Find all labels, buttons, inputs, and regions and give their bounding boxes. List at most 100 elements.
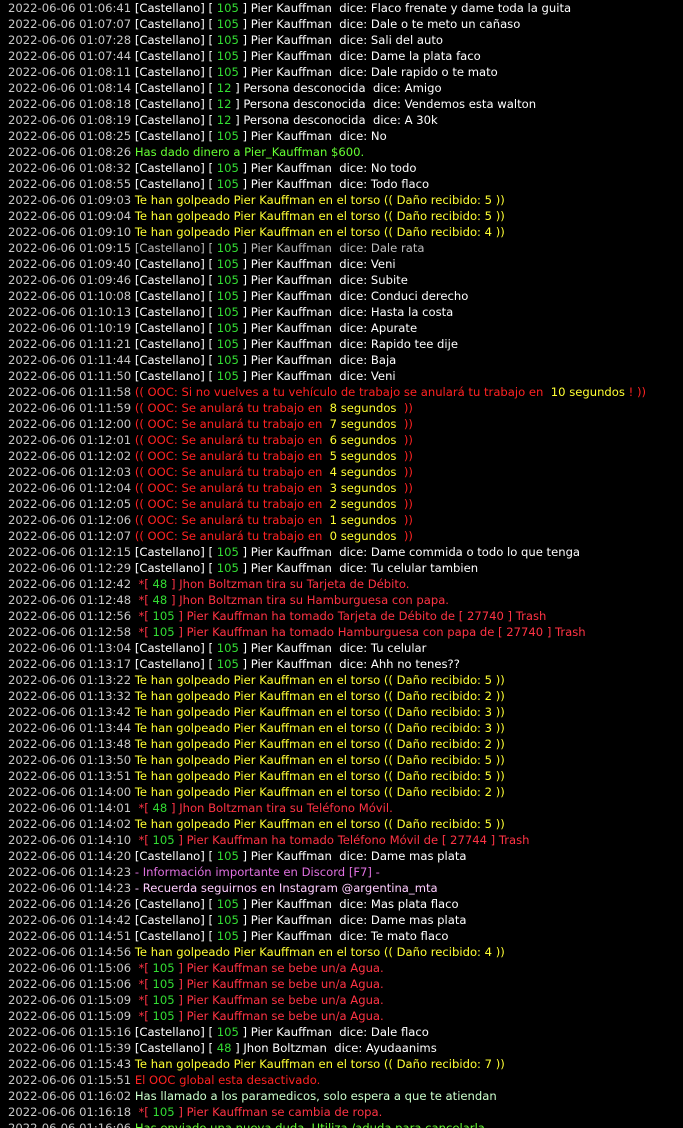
chat-line: 2022-06-06 01:12:15 [Castellano] [ 105 ]…: [8, 544, 683, 560]
chat-line: 2022-06-06 01:14:42 [Castellano] [ 105 ]…: [8, 912, 683, 928]
chat-timestamp: 2022-06-06 01:14:02: [8, 817, 132, 831]
chat-line: 2022-06-06 01:15:06 *[ 105 ] Pier Kauffm…: [8, 976, 683, 992]
chat-timestamp: 2022-06-06 01:08:14: [8, 81, 132, 95]
chat-line: 2022-06-06 01:13:22 Te han golpeado Pier…: [8, 672, 683, 688]
chat-segment: Te han golpeado Pier Kauffman en el tors…: [131, 753, 505, 767]
chat-segment: 48: [152, 593, 168, 607]
chat-line: 2022-06-06 01:16:02 Has llamado a los pa…: [8, 1088, 683, 1104]
chat-line: 2022-06-06 01:10:13 [Castellano] [ 105 ]…: [8, 304, 683, 320]
chat-timestamp: 2022-06-06 01:12:06: [8, 513, 132, 527]
chat-segment: 48: [152, 577, 168, 591]
chat-line: 2022-06-06 01:13:50 Te han golpeado Pier…: [8, 752, 683, 768]
chat-segment: *[: [131, 961, 153, 975]
chat-timestamp: 2022-06-06 01:13:42: [8, 705, 132, 719]
chat-segment: [Castellano] [: [131, 81, 217, 95]
chat-segment: (( OOC: Se anulará tu trabajo en: [131, 481, 330, 495]
chat-segment: ] Pier Kauffman dice: Dale rata: [238, 241, 425, 255]
chat-segment: 105: [152, 1105, 175, 1119]
chat-segment: 105: [152, 625, 175, 639]
chat-segment: ] Pier Kauffman se cambia de ropa.: [174, 1105, 383, 1119]
chat-segment: )): [396, 481, 413, 495]
chat-segment: [Castellano] [: [131, 129, 217, 143]
chat-segment: (( OOC: Se anulará tu trabajo en: [131, 433, 330, 447]
chat-timestamp: 2022-06-06 01:08:32: [8, 161, 132, 175]
chat-segment: ] Pier Kauffman dice: Mas plata flaco: [238, 897, 459, 911]
chat-timestamp: 2022-06-06 01:13:17: [8, 657, 132, 671]
chat-segment: ] Pier Kauffman ha tomado Teléfono Móvil…: [174, 833, 530, 847]
chat-segment: *[: [131, 593, 153, 607]
chat-timestamp: 2022-06-06 01:13:51: [8, 769, 132, 783]
chat-timestamp: 2022-06-06 01:12:15: [8, 545, 132, 559]
chat-segment: Te han golpeado Pier Kauffman en el tors…: [131, 785, 505, 799]
chat-timestamp: 2022-06-06 01:11:59: [8, 401, 132, 415]
chat-segment: 0 segundos: [329, 529, 397, 543]
chat-timestamp: 2022-06-06 01:09:46: [8, 273, 132, 287]
chat-timestamp: 2022-06-06 01:09:15: [8, 241, 132, 255]
chat-timestamp: 2022-06-06 01:11:50: [8, 369, 132, 383]
chat-segment: - Información importante en Discord [F7]…: [131, 865, 380, 879]
chat-segment: )): [396, 449, 413, 463]
chat-segment: El OOC global esta desactivado.: [131, 1073, 321, 1087]
chat-line: 2022-06-06 01:11:59 (( OOC: Se anulará t…: [8, 400, 683, 416]
chat-segment: Te han golpeado Pier Kauffman en el tors…: [131, 673, 505, 687]
chat-timestamp: 2022-06-06 01:12:42: [8, 577, 132, 591]
chat-segment: [Castellano] [: [131, 17, 217, 31]
chat-segment: *[: [131, 609, 153, 623]
chat-segment: 105: [216, 289, 239, 303]
chat-timestamp: 2022-06-06 01:13:48: [8, 737, 132, 751]
chat-segment: *[: [131, 801, 153, 815]
chat-line: 2022-06-06 01:12:06 (( OOC: Se anulará t…: [8, 512, 683, 528]
chat-segment: ] Pier Kauffman dice: Sali del auto: [238, 33, 443, 47]
chat-segment: [Castellano] [: [131, 33, 217, 47]
chat-segment: ] Jhon Boltzman dice: Ayudaanims: [231, 1041, 437, 1055]
chat-timestamp: 2022-06-06 01:15:39: [8, 1041, 132, 1055]
chat-line: 2022-06-06 01:12:29 [Castellano] [ 105 ]…: [8, 560, 683, 576]
chat-timestamp: 2022-06-06 01:15:16: [8, 1025, 132, 1039]
chat-segment: [Castellano] [: [131, 65, 217, 79]
chat-timestamp: 2022-06-06 01:11:58: [8, 385, 132, 399]
chat-timestamp: 2022-06-06 01:14:23: [8, 881, 132, 895]
chat-segment: ] Pier Kauffman se bebe un/a Agua.: [174, 961, 384, 975]
chat-segment: ] Jhon Boltzman tira su Teléfono Móvil.: [167, 801, 393, 815]
chat-line: 2022-06-06 01:10:08 [Castellano] [ 105 ]…: [8, 288, 683, 304]
chat-segment: ] Pier Kauffman dice: Dale o te meto un …: [238, 17, 521, 31]
chat-segment: (( OOC: Se anulará tu trabajo en: [131, 465, 330, 479]
chat-segment: ] Pier Kauffman dice: Conduci derecho: [238, 289, 469, 303]
chat-segment: ] Jhon Boltzman tira su Hamburguesa con …: [167, 593, 449, 607]
chat-segment: ] Pier Kauffman dice: Subite: [238, 273, 408, 287]
chat-segment: ] Pier Kauffman ha tomado Hamburguesa co…: [174, 625, 586, 639]
chat-segment: [Castellano] [: [131, 321, 217, 335]
chat-timestamp: 2022-06-06 01:14:00: [8, 785, 132, 799]
chat-timestamp: 2022-06-06 01:12:29: [8, 561, 132, 575]
chat-line: 2022-06-06 01:08:55 [Castellano] [ 105 ]…: [8, 176, 683, 192]
chat-segment: 105: [216, 17, 239, 31]
chat-segment: 105: [216, 305, 239, 319]
chat-segment: ] Pier Kauffman dice: Dame mas plata: [238, 849, 467, 863]
chat-line: 2022-06-06 01:12:42 *[ 48 ] Jhon Boltzma…: [8, 576, 683, 592]
chat-timestamp: 2022-06-06 01:14:51: [8, 929, 132, 943]
chat-segment: )): [396, 497, 413, 511]
chat-segment: 105: [216, 241, 239, 255]
chat-segment: ] Pier Kauffman se bebe un/a Agua.: [174, 977, 384, 991]
chat-timestamp: 2022-06-06 01:11:21: [8, 337, 132, 351]
chat-timestamp: 2022-06-06 01:12:01: [8, 433, 132, 447]
chat-segment: 12: [216, 97, 232, 111]
chat-segment: ] Pier Kauffman dice: Baja: [238, 353, 397, 367]
chat-line: 2022-06-06 01:07:07 [Castellano] [ 105 ]…: [8, 16, 683, 32]
chat-line: 2022-06-06 01:14:02 Te han golpeado Pier…: [8, 816, 683, 832]
chat-segment: *[: [131, 833, 153, 847]
chat-segment: 4 segundos: [329, 465, 397, 479]
chat-segment: ] Pier Kauffman dice: Tu celular tambien: [238, 561, 479, 575]
chat-line: 2022-06-06 01:16:18 *[ 105 ] Pier Kauffm…: [8, 1104, 683, 1120]
chat-segment: ] Persona desconocida dice: Amigo: [231, 81, 442, 95]
chat-segment: ] Pier Kauffman ha tomado Tarjeta de Déb…: [174, 609, 547, 623]
chat-line: 2022-06-06 01:16:06 Has enviado una nuev…: [8, 1120, 683, 1128]
chat-segment: ] Pier Kauffman dice: Hasta la costa: [238, 305, 454, 319]
chat-segment: [Castellano] [: [131, 177, 217, 191]
chat-segment: 105: [216, 273, 239, 287]
chat-timestamp: 2022-06-06 01:09:03: [8, 193, 132, 207]
chat-line: 2022-06-06 01:14:00 Te han golpeado Pier…: [8, 784, 683, 800]
chat-segment: Has llamado a los paramedicos, solo espe…: [131, 1089, 497, 1103]
chat-segment: )): [396, 529, 413, 543]
chat-segment: 105: [216, 33, 239, 47]
